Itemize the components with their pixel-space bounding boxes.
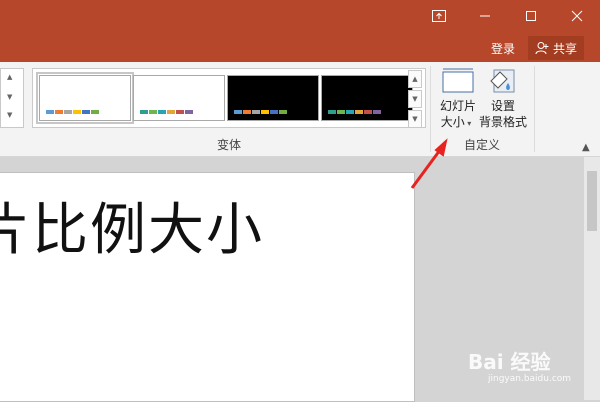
variant-color-bars bbox=[328, 110, 381, 114]
scrollbar-thumb[interactable] bbox=[587, 171, 597, 231]
variant-color-swatch bbox=[176, 110, 184, 114]
themes-scroll-stub[interactable]: ▲ ▼ ▼ bbox=[0, 68, 24, 128]
group-separator bbox=[430, 66, 431, 152]
login-link[interactable]: 登录 bbox=[491, 40, 515, 57]
variant-color-swatch bbox=[337, 110, 345, 114]
variant-color-swatch bbox=[82, 110, 90, 114]
share-button[interactable]: 共享 bbox=[528, 36, 584, 60]
minimize-button[interactable] bbox=[462, 0, 508, 32]
variant-color-swatch bbox=[270, 110, 278, 114]
format-background-button[interactable]: 设置 背景格式 bbox=[478, 66, 528, 134]
scroll-up-icon: ▲ bbox=[7, 73, 13, 81]
dropdown-caret-icon: ▾ bbox=[464, 119, 472, 128]
variants-group-label: 变体 bbox=[217, 138, 242, 152]
format-background-icon bbox=[490, 69, 515, 93]
variant-color-swatch bbox=[243, 110, 251, 114]
variant-color-swatch bbox=[252, 110, 260, 114]
maximize-button[interactable] bbox=[508, 0, 554, 32]
variant-color-swatch bbox=[373, 110, 381, 114]
variant-thumbnail-2[interactable] bbox=[133, 75, 225, 121]
minimize-icon bbox=[480, 15, 490, 17]
collapse-ribbon-icon[interactable]: ▲ bbox=[582, 142, 590, 153]
variant-color-swatch bbox=[149, 110, 157, 114]
maximize-icon bbox=[526, 11, 536, 21]
slide-size-label-line1: 幻灯片 bbox=[439, 99, 476, 113]
variant-color-swatch bbox=[55, 110, 63, 114]
format-background-label-line1: 设置 bbox=[490, 99, 515, 113]
variant-color-swatch bbox=[364, 110, 372, 114]
ribbon-display-options-button[interactable] bbox=[416, 0, 462, 32]
format-background-label-line2: 背景格式 bbox=[478, 115, 527, 129]
person-icon bbox=[535, 42, 549, 55]
variant-color-swatch bbox=[355, 110, 363, 114]
variant-color-swatch bbox=[279, 110, 287, 114]
slide-size-label-line2: 大小 ▾ bbox=[440, 115, 472, 129]
variants-scroll-up-icon[interactable]: ▲ bbox=[408, 70, 422, 88]
variant-color-swatch bbox=[328, 110, 336, 114]
slide-size-icon bbox=[442, 68, 474, 93]
variants-scroll: ▲ ▼ ▼ bbox=[408, 70, 422, 128]
watermark-logo: Bai 经验 bbox=[468, 350, 551, 374]
variant-color-swatch bbox=[234, 110, 242, 114]
close-icon bbox=[571, 10, 583, 22]
variants-gallery bbox=[32, 68, 426, 128]
scroll-down-icon: ▼ bbox=[7, 93, 13, 101]
variant-color-bars bbox=[46, 110, 99, 114]
variant-color-swatch bbox=[91, 110, 99, 114]
variant-color-swatch bbox=[46, 110, 54, 114]
variants-scroll-down-icon[interactable]: ▼ bbox=[408, 90, 422, 108]
vertical-scrollbar[interactable] bbox=[584, 157, 600, 400]
variant-color-swatch bbox=[158, 110, 166, 114]
variant-color-swatch bbox=[73, 110, 81, 114]
slide-size-button[interactable]: 幻灯片 大小 ▾ bbox=[436, 66, 480, 134]
customize-group-label: 自定义 bbox=[464, 138, 501, 152]
ribbon-display-icon bbox=[432, 10, 446, 22]
variant-color-swatch bbox=[64, 110, 72, 114]
more-icon: ▼ bbox=[7, 111, 13, 119]
group-separator bbox=[534, 66, 535, 152]
variant-color-bars bbox=[140, 110, 193, 114]
variant-color-swatch bbox=[140, 110, 148, 114]
close-button[interactable] bbox=[554, 0, 600, 32]
slide-title-text[interactable]: 片比例大小 bbox=[0, 185, 264, 266]
variant-color-swatch bbox=[261, 110, 269, 114]
variant-thumbnail-3[interactable] bbox=[227, 75, 319, 121]
variants-more-icon[interactable]: ▼ bbox=[408, 110, 422, 128]
variant-thumbnail-1[interactable] bbox=[36, 72, 134, 124]
variant-thumbnail-4[interactable] bbox=[321, 75, 413, 121]
watermark-url: jingyan.baidu.com bbox=[488, 374, 572, 384]
variant-color-swatch bbox=[346, 110, 354, 114]
slide[interactable]: 片比例大小 bbox=[0, 172, 415, 402]
share-label: 共享 bbox=[552, 41, 577, 56]
variant-color-bars bbox=[234, 110, 287, 114]
variant-color-swatch bbox=[167, 110, 175, 114]
variant-color-swatch bbox=[185, 110, 193, 114]
